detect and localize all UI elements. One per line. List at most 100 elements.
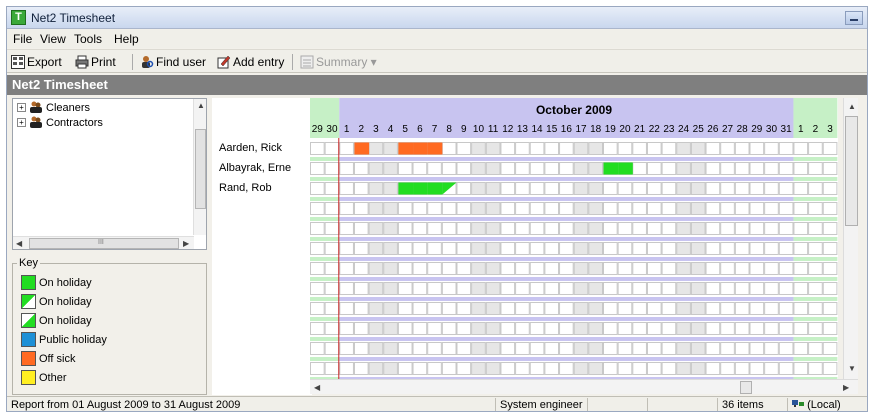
minimize-button[interactable] <box>845 11 863 25</box>
row-separator <box>793 217 838 221</box>
day-cell <box>720 362 735 375</box>
day-cell <box>485 142 501 155</box>
user-name[interactable]: Albayrak, Erne <box>219 162 291 174</box>
day-cell <box>778 342 794 355</box>
tree-vertical-scrollbar[interactable]: ▲ <box>193 99 206 235</box>
row-separator <box>310 237 340 241</box>
timesheet-entry <box>603 162 619 175</box>
day-cell <box>353 222 369 235</box>
scroll-thumb[interactable] <box>195 129 206 209</box>
day-cell <box>383 202 398 215</box>
day-cell <box>573 342 589 355</box>
day-cell <box>500 222 516 235</box>
app-icon: T <box>11 10 26 25</box>
day-cell <box>324 202 340 215</box>
day-label: 2 <box>812 124 819 135</box>
expand-icon[interactable]: + <box>17 103 26 112</box>
key-swatch <box>21 275 36 290</box>
day-cell <box>573 302 589 315</box>
day-cell <box>690 242 706 255</box>
day-cell <box>690 362 706 375</box>
day-cell <box>515 282 530 295</box>
menu-file[interactable]: File <box>13 32 32 46</box>
day-label: 27 <box>721 124 734 135</box>
day-cell <box>822 142 838 155</box>
item-count: 36 items <box>717 398 787 411</box>
day-cell <box>485 302 501 315</box>
user-name[interactable]: Rand, Rob <box>219 182 272 194</box>
scroll-up-icon[interactable]: ▲ <box>848 102 856 111</box>
day-cell <box>427 162 442 175</box>
day-cell <box>588 242 604 255</box>
day-cell <box>676 142 691 155</box>
day-cell <box>559 202 574 215</box>
row-separator <box>793 317 838 321</box>
day-cell <box>310 262 325 275</box>
day-cell <box>397 322 413 335</box>
row-separator <box>310 177 340 181</box>
timesheet-entry <box>398 142 414 155</box>
day-label: 3 <box>827 124 833 135</box>
day-label: 13 <box>516 124 528 135</box>
day-cell <box>397 342 413 355</box>
add-entry-button[interactable]: Add entry <box>217 53 284 71</box>
day-cell <box>427 202 442 215</box>
day-cell <box>485 162 501 175</box>
day-label: 25 <box>692 124 704 135</box>
day-cell <box>822 162 838 175</box>
status-empty <box>587 398 647 411</box>
day-cell <box>368 282 384 295</box>
day-cell <box>471 362 486 375</box>
export-button[interactable]: Export <box>11 53 62 71</box>
day-cell <box>529 362 545 375</box>
row-separator <box>339 217 794 221</box>
user-name[interactable]: Aarden, Rick <box>219 142 282 154</box>
key-swatch <box>21 313 36 328</box>
day-cell <box>368 182 384 195</box>
toolbar: Export Print Find user Add entry Summary… <box>7 49 867 73</box>
day-cell <box>515 242 530 255</box>
row-separator <box>339 277 794 281</box>
day-cell <box>441 202 457 215</box>
scroll-thumb[interactable]: III <box>29 238 179 249</box>
day-cell <box>808 182 823 195</box>
day-cell <box>368 162 384 175</box>
menu-help[interactable]: Help <box>114 32 139 46</box>
day-cell <box>383 362 398 375</box>
day-cell <box>471 342 486 355</box>
scroll-right-icon[interactable]: ▶ <box>183 239 189 248</box>
day-cell <box>353 162 369 175</box>
tree-horizontal-scrollbar[interactable]: ◀ III ▶ <box>13 236 194 249</box>
day-cell <box>441 342 457 355</box>
grid-vertical-scrollbar[interactable]: ▲ ▼ <box>843 98 858 379</box>
scroll-thumb[interactable] <box>740 381 752 394</box>
day-cell <box>603 222 618 235</box>
day-cell <box>690 302 706 315</box>
scroll-up-icon[interactable]: ▲ <box>197 101 205 110</box>
grid-horizontal-scrollbar[interactable]: ◀ ▶ <box>310 379 858 394</box>
day-label: 3 <box>373 124 379 135</box>
day-label: 26 <box>707 124 719 135</box>
day-cell <box>764 182 779 195</box>
scroll-thumb[interactable] <box>845 116 858 226</box>
scroll-down-icon[interactable]: ▼ <box>848 364 856 373</box>
day-cell <box>544 142 560 155</box>
day-label: 23 <box>663 124 675 135</box>
print-button[interactable]: Print <box>75 53 116 71</box>
day-cell <box>339 142 354 155</box>
day-cell <box>368 242 384 255</box>
day-cell <box>485 342 501 355</box>
day-label: 21 <box>634 124 646 135</box>
tree-item-contractors[interactable]: + Contractors <box>17 116 103 130</box>
find-user-button[interactable]: Find user <box>140 53 206 71</box>
menu-tools[interactable]: Tools <box>74 32 102 46</box>
tree-item-cleaners[interactable]: + Cleaners <box>17 101 90 115</box>
scroll-left-icon[interactable]: ◀ <box>314 383 320 392</box>
scroll-left-icon[interactable]: ◀ <box>16 239 22 248</box>
day-cell <box>720 302 735 315</box>
summary-button[interactable]: Summary ▾ <box>300 53 377 71</box>
expand-icon[interactable]: + <box>17 118 26 127</box>
scroll-right-icon[interactable]: ▶ <box>843 383 849 392</box>
day-cell <box>808 162 823 175</box>
menu-view[interactable]: View <box>40 32 66 46</box>
